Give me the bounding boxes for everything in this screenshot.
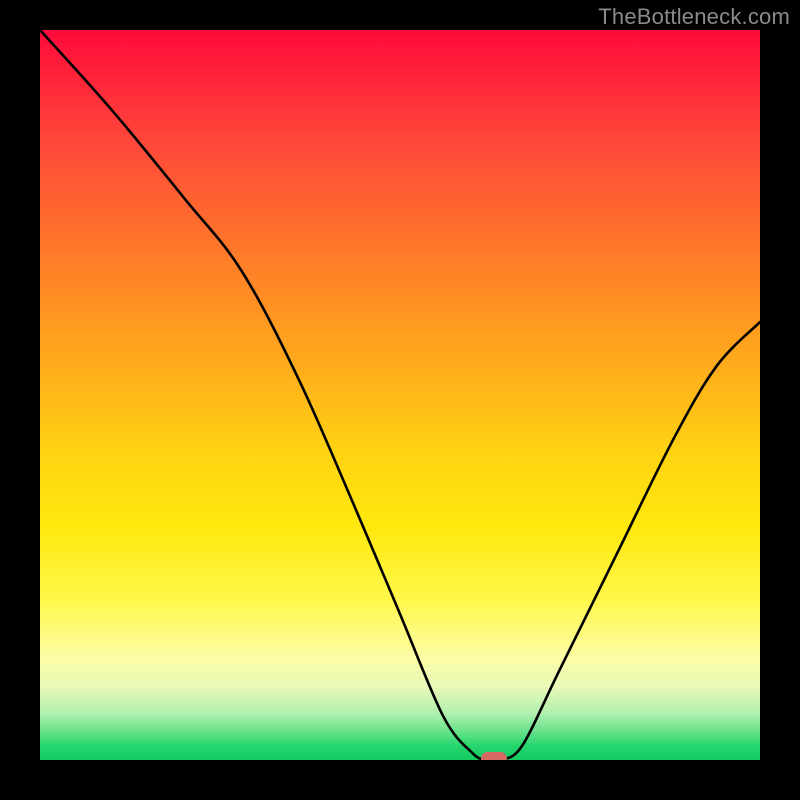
plot-area	[40, 30, 760, 760]
chart-frame: TheBottleneck.com	[0, 0, 800, 800]
watermark-text: TheBottleneck.com	[598, 4, 790, 30]
bottleneck-curve	[40, 30, 760, 760]
optimal-point-marker	[481, 752, 507, 761]
